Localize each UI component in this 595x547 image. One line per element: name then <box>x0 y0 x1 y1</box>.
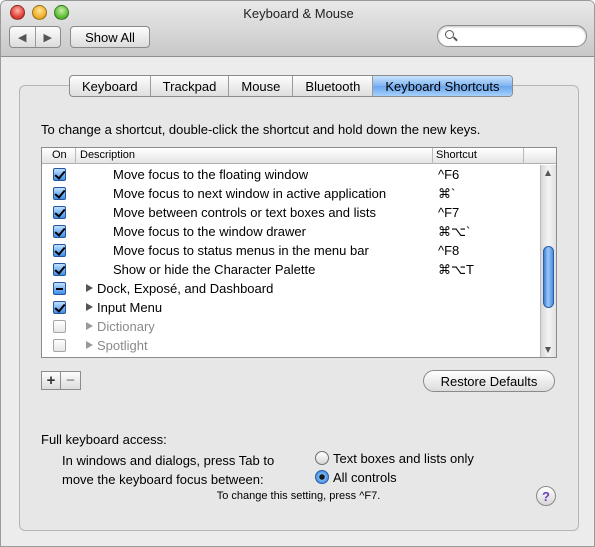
back-forward-control: ◀ ▶ <box>9 26 61 48</box>
vertical-scrollbar[interactable] <box>540 165 556 357</box>
tab-bluetooth[interactable]: Bluetooth <box>293 76 374 96</box>
table-row[interactable]: Move between controls or text boxes and … <box>42 203 540 222</box>
tab-keyboard-shortcuts[interactable]: Keyboard Shortcuts <box>373 76 512 96</box>
full-keyboard-access-description: In windows and dialogs, press Tab to mov… <box>62 453 275 487</box>
row-description: Move focus to status menus in the menu b… <box>113 243 369 258</box>
scroll-up-arrow-icon[interactable] <box>541 165 556 180</box>
full-keyboard-access-heading: Full keyboard access: <box>41 432 167 447</box>
row-checkbox[interactable] <box>53 320 66 333</box>
title-bar: Keyboard & Mouse ◀ ▶ Show All <box>1 1 594 57</box>
table-row[interactable]: Move focus to the window drawer ⌘⌥` <box>42 222 540 241</box>
row-checkbox[interactable] <box>53 339 66 352</box>
tab-bar: Keyboard Trackpad Mouse Bluetooth Keyboa… <box>69 75 513 97</box>
row-description: Move between controls or text boxes and … <box>113 205 377 220</box>
radio-text-boxes-and-lists[interactable]: Text boxes and lists only <box>315 449 474 467</box>
disclosure-triangle-icon[interactable] <box>86 303 93 311</box>
row-checkbox[interactable] <box>53 187 66 200</box>
table-row[interactable]: Move focus to status menus in the menu b… <box>42 241 540 260</box>
back-arrow-icon[interactable]: ◀ <box>10 27 36 47</box>
search-icon <box>445 30 454 39</box>
row-description: Input Menu <box>97 300 163 315</box>
window-title: Keyboard & Mouse <box>243 6 354 21</box>
row-shortcut[interactable]: ^F7 <box>438 205 459 220</box>
restore-defaults-button[interactable]: Restore Defaults <box>423 370 555 392</box>
column-header-shortcut[interactable]: Shortcut <box>436 149 477 161</box>
table-row[interactable]: Move focus to next window in active appl… <box>42 184 540 203</box>
radio-label[interactable]: Text boxes and lists only <box>333 451 474 466</box>
table-row[interactable]: Move focus to the floating window ^F6 <box>42 165 540 184</box>
row-checkbox[interactable] <box>53 263 66 276</box>
add-remove-buttons: + − <box>41 371 81 390</box>
shortcuts-table: On Description Shortcut Move focus to th… <box>41 147 557 358</box>
column-divider <box>523 148 524 164</box>
table-row-group[interactable]: Dock, Exposé, and Dashboard <box>42 279 540 298</box>
row-shortcut[interactable]: ⌘⌥T <box>438 262 474 278</box>
table-row-group[interactable]: Input Menu <box>42 298 540 317</box>
table-row-group[interactable]: Spotlight <box>42 336 540 355</box>
tab-trackpad[interactable]: Trackpad <box>151 76 230 96</box>
column-divider <box>432 148 433 164</box>
row-description: Move focus to next window in active appl… <box>113 186 387 201</box>
column-header-description[interactable]: Description <box>80 149 135 161</box>
scroll-down-arrow-icon[interactable] <box>541 342 556 357</box>
row-shortcut[interactable]: ⌘` <box>438 186 455 202</box>
help-button[interactable]: ? <box>536 486 556 506</box>
row-description: Dictionary <box>97 319 155 334</box>
instruction-text: To change a shortcut, double-click the s… <box>41 122 481 137</box>
row-checkbox[interactable] <box>53 244 66 257</box>
row-shortcut[interactable]: ^F8 <box>438 243 459 258</box>
add-shortcut-button[interactable]: + <box>41 371 61 390</box>
remove-shortcut-button[interactable]: − <box>61 371 81 390</box>
row-checkbox[interactable] <box>53 282 66 295</box>
disclosure-triangle-icon[interactable] <box>86 322 93 330</box>
keyboard-access-hint: To change this setting, press ^F7. <box>216 490 381 502</box>
row-checkbox[interactable] <box>53 168 66 181</box>
row-checkbox[interactable] <box>53 206 66 219</box>
row-shortcut[interactable]: ⌘⌥` <box>438 224 470 240</box>
search-input[interactable] <box>460 29 580 43</box>
column-divider <box>75 148 76 164</box>
radio-label[interactable]: All controls <box>333 470 397 485</box>
table-header: On Description Shortcut <box>42 148 556 164</box>
disclosure-triangle-icon[interactable] <box>86 341 93 349</box>
disclosure-triangle-icon[interactable] <box>86 284 93 292</box>
row-description: Move focus to the window drawer <box>113 224 306 239</box>
table-row-group[interactable]: Dictionary <box>42 317 540 336</box>
tab-keyboard[interactable]: Keyboard <box>70 76 151 96</box>
row-checkbox[interactable] <box>53 301 66 314</box>
radio-button[interactable] <box>315 470 329 484</box>
row-checkbox[interactable] <box>53 225 66 238</box>
row-description: Move focus to the floating window <box>113 167 309 182</box>
radio-button[interactable] <box>315 451 329 465</box>
table-row[interactable]: Show or hide the Character Palette ⌘⌥T <box>42 260 540 279</box>
show-all-button[interactable]: Show All <box>70 26 150 48</box>
radio-all-controls[interactable]: All controls <box>315 468 397 486</box>
tab-mouse[interactable]: Mouse <box>229 76 294 96</box>
column-header-on[interactable]: On <box>52 149 67 161</box>
forward-arrow-icon[interactable]: ▶ <box>36 27 61 47</box>
search-field[interactable] <box>437 25 587 47</box>
table-rows: Move focus to the floating window ^F6 Mo… <box>42 165 540 357</box>
row-shortcut[interactable]: ^F6 <box>438 167 459 182</box>
row-description: Dock, Exposé, and Dashboard <box>97 281 274 296</box>
row-description: Spotlight <box>97 338 148 353</box>
row-description: Show or hide the Character Palette <box>113 262 316 277</box>
preferences-window: Keyboard & Mouse ◀ ▶ Show All Keyboard T… <box>0 0 595 547</box>
scroll-thumb[interactable] <box>543 246 554 308</box>
